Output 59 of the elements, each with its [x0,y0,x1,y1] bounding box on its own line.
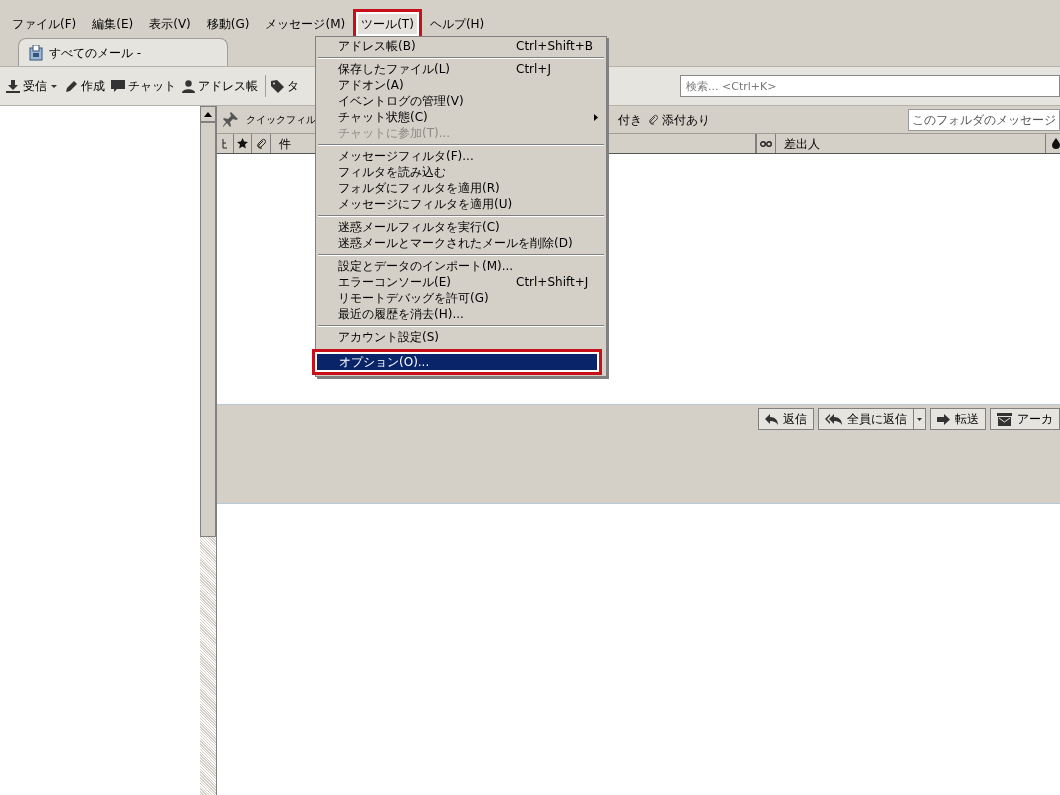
menu-item[interactable]: 設定とデータのインポート(M)... [316,258,606,274]
menu-item[interactable]: 迷惑メールとマークされたメールを削除(D) [316,235,606,251]
toolbar-button[interactable]: アドレス帳 [180,77,260,95]
menu-item[interactable]: ファイル(F) [4,8,85,39]
menu-item[interactable]: メッセージフィルタ(F)... [316,148,606,164]
menu-item[interactable]: 表示(V) [141,8,199,39]
caret-icon [917,417,922,421]
toolbar-button[interactable]: 受信 [4,77,49,95]
dropdown-button[interactable] [914,408,926,430]
menu-item[interactable]: ヘルプ(H) [421,8,493,39]
speech-bubble-icon [111,79,125,93]
menu-item[interactable]: イベントログの管理(V) [316,93,606,109]
toolbar-button[interactable]: タ [269,77,301,95]
menu-item[interactable]: エラーコンソール(E) Ctrl+Shift+J [316,274,606,290]
submenu-arrow-icon [594,113,598,121]
menu-item[interactable]: リモートデバッグを許可(G) [316,290,606,306]
quick-filter-label: クイックフィル [246,113,316,127]
menu-item[interactable]: 移動(G) [198,8,258,39]
pencil-icon [65,79,78,93]
scrollbar[interactable] [200,106,216,795]
menu-item[interactable]: フォルダにフィルタを適用(R) [316,180,606,196]
reply-icon [765,413,778,425]
menu-item[interactable]: ツール(T) [353,8,422,39]
message-button[interactable]: 全員に返信 [818,408,914,430]
filter-toggle[interactable]: 付き [618,110,642,129]
menu-item[interactable]: アカウント設定(S) [316,329,606,345]
menu-item[interactable]: 最近の履歴を消去(H)... [316,306,606,322]
filter-toggle[interactable]: 添付あり [648,110,710,129]
mail-tab[interactable]: すべてのメール - [18,38,228,66]
menu-item[interactable]: オプション(O)... [312,349,602,375]
column-header[interactable]: 差出人 [775,134,1046,153]
message-button[interactable]: 転送 [930,408,986,430]
menu-item[interactable]: 編集(E) [84,8,142,39]
menu-item[interactable]: 迷惑メールフィルタを実行(C) [316,219,606,235]
reply-all-icon [825,413,842,425]
toolbar-button[interactable]: チャット [109,77,178,95]
scroll-thumb[interactable] [200,122,216,537]
arrow-right-icon [937,413,950,425]
menu-item[interactable]: 保存したファイル(L) Ctrl+J [316,61,606,77]
toolbar-button[interactable]: 作成 [63,77,107,95]
menu-item[interactable]: アドオン(A) [316,77,606,93]
menu-item[interactable]: チャット状態(C) [316,109,606,125]
person-icon [182,79,195,93]
download-icon [6,79,20,93]
search-field[interactable]: 検索... <Ctrl+K> [680,75,1060,97]
link-icon [760,140,773,147]
message-button[interactable]: 返信 [758,408,814,430]
menu-item[interactable]: メッセージ(M) [257,8,354,39]
message-button[interactable]: アーカ [990,408,1060,430]
pin-icon[interactable] [223,112,238,127]
menu-item[interactable]: フィルタを読み込む [316,164,606,180]
caret-icon[interactable] [51,84,57,88]
menu-item[interactable]: メッセージにフィルタを適用(U) [316,196,606,212]
menu-item[interactable]: アドレス帳(B) Ctrl+Shift+B [316,38,606,54]
folder-search-field[interactable]: このフォルダのメッセージ [908,108,1060,131]
archive-box-icon [997,412,1012,426]
tag-icon [271,79,284,93]
scroll-up-icon[interactable] [200,106,216,122]
paperclip-icon [648,114,658,125]
